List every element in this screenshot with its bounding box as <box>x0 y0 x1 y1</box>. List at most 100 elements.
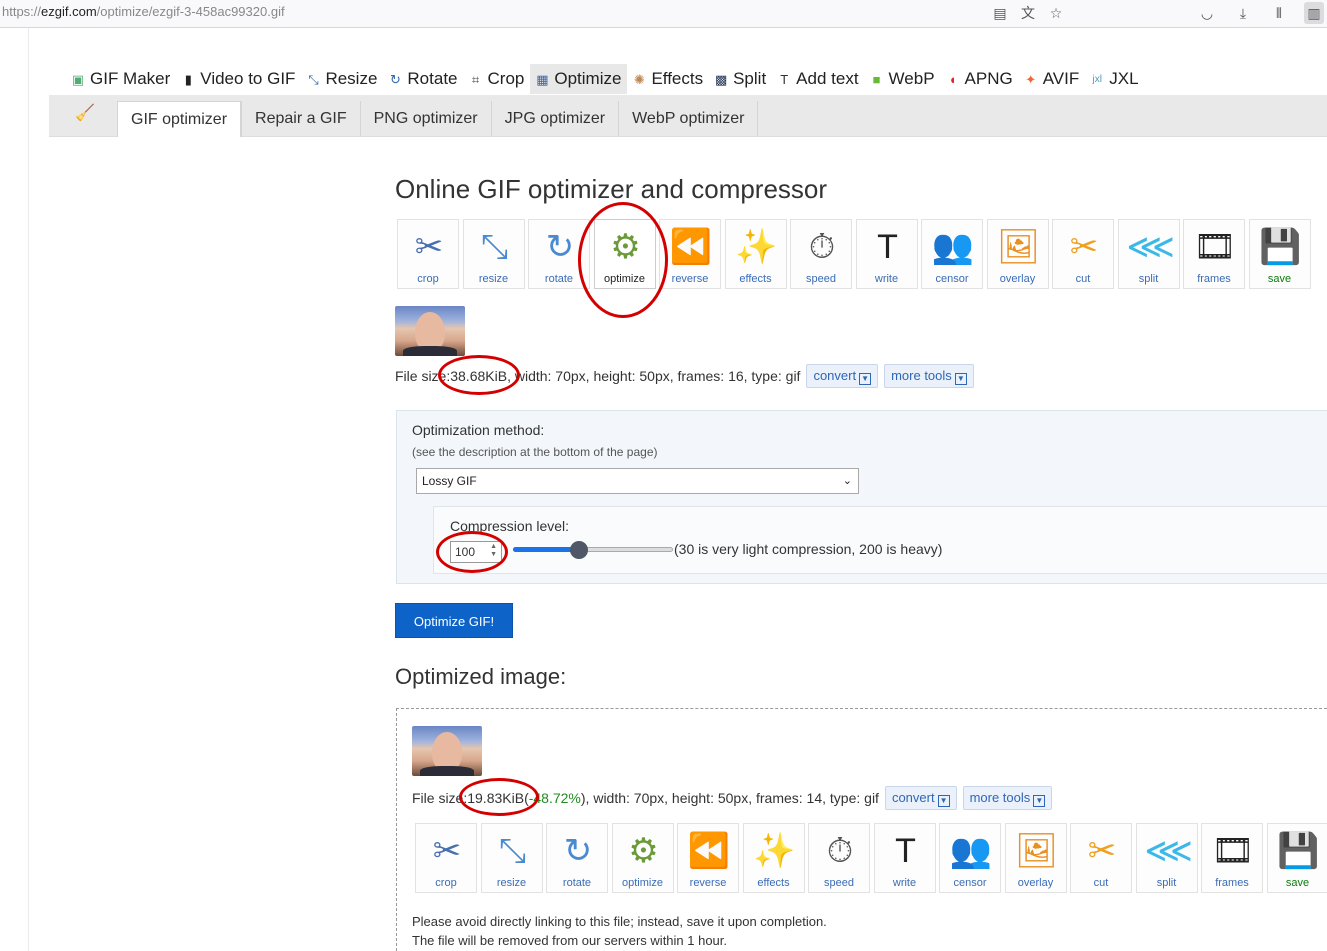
library-icon[interactable]: ⫴ <box>1269 2 1289 24</box>
nav-resize[interactable]: ⤡ Resize <box>301 64 383 94</box>
result-tool-effects[interactable]: ✨ effects <box>742 823 805 893</box>
highlight-optimized-size <box>459 778 539 816</box>
result-tool-rotate[interactable]: ↻ rotate <box>546 823 608 893</box>
tool-cut[interactable]: ✂ cut <box>1052 219 1114 289</box>
crop-icon: ⌗ <box>471 71 480 87</box>
result-tool-split[interactable]: ⋘ split <box>1135 823 1198 893</box>
tab-repair-gif[interactable]: Repair a GIF <box>241 101 360 137</box>
result-tool-overlay[interactable]: 🖼 overlay <box>1004 823 1067 893</box>
censor-tool-icon: 👥 <box>949 832 993 870</box>
effects-tool-icon: ✨ <box>735 228 778 266</box>
tool-crop[interactable]: ✂ crop <box>397 219 459 289</box>
tool-effects[interactable]: ✨ effects <box>724 219 787 289</box>
translate-icon[interactable]: 文 <box>1018 2 1038 24</box>
result-tool-frames[interactable]: 🎞 frames <box>1201 823 1263 893</box>
text-icon: T <box>780 71 789 87</box>
browser-toolbar: https://ezgif.com/optimize/ezgif-3-458ac… <box>0 0 1327 28</box>
nav-crop[interactable]: ⌗ Crop <box>464 64 531 94</box>
tool-censor[interactable]: 👥 censor <box>921 219 983 289</box>
nav-jxl[interactable]: jxl JXL <box>1085 64 1144 94</box>
tool-speed[interactable]: ⏱ speed <box>790 219 852 289</box>
url-prefix: https:// <box>2 4 42 19</box>
result-tool-censor[interactable]: 👥 censor <box>939 823 1001 893</box>
speed-tool-icon: ⏱ <box>808 228 836 266</box>
overlay-tool-icon: 🖼 <box>996 228 1041 266</box>
optimize-gif-button[interactable]: Optimize GIF! <box>395 603 513 638</box>
tab-jpg-optimizer[interactable]: JPG optimizer <box>490 101 618 137</box>
highlight-original-size <box>438 355 520 395</box>
compression-slider[interactable] <box>513 541 673 559</box>
tab-png-optimizer[interactable]: PNG optimizer <box>359 101 491 137</box>
result-tool-reverse[interactable]: ⏪ reverse <box>677 823 739 893</box>
bookmark-star-icon[interactable]: ☆ <box>1046 2 1066 24</box>
write-tool-icon: T <box>877 228 898 266</box>
chevron-down-icon: ▼ <box>1033 795 1046 807</box>
chevron-down-icon: ▼ <box>859 373 872 385</box>
webp-icon: ■ <box>872 71 881 87</box>
more-tools-button[interactable]: more tools ▼ <box>884 364 974 388</box>
nav-avif[interactable]: ✦ AVIF <box>1019 64 1086 94</box>
nav-gif-maker[interactable]: ▣ GIF Maker <box>66 64 176 94</box>
nav-video-to-gif[interactable]: ▮ Video to GIF <box>176 64 301 94</box>
tool-write[interactable]: Twrite <box>855 219 918 289</box>
nav-add-text[interactable]: T Add text <box>772 64 864 94</box>
removal-notice: The file will be removed from our server… <box>412 933 728 948</box>
split-tool-icon: ⋘ <box>1126 228 1175 266</box>
tab-gif-optimizer[interactable]: GIF optimizer <box>117 101 242 137</box>
address-bar[interactable]: https://ezgif.com/optimize/ezgif-3-458ac… <box>2 4 285 19</box>
sub-nav: 🧹 GIF optimizer Repair a GIF PNG optimiz… <box>49 95 1327 137</box>
tool-save[interactable]: 💾 save <box>1248 219 1311 289</box>
result-tool-optimize[interactable]: ⚙ optimize <box>611 823 674 893</box>
optimize-icon: ▦ <box>536 71 549 87</box>
film-icon: ▮ <box>184 71 192 87</box>
optimized-result: File size: 19.83KiB ( -48.72% ), width: … <box>396 708 1327 951</box>
nav-rotate[interactable]: ↻ Rotate <box>383 64 463 94</box>
speed-tool-icon: ⏱ <box>826 832 854 870</box>
palette-icon: ✺ <box>633 71 645 87</box>
tool-reverse[interactable]: ⏪ reverse <box>659 219 721 289</box>
tab-webp-optimizer[interactable]: WebP optimizer <box>618 101 759 137</box>
result-tool-speed[interactable]: ⏱ speed <box>808 823 870 893</box>
more-tools-button-result[interactable]: more tools ▼ <box>962 786 1053 810</box>
method-label: Optimization method: <box>412 422 545 438</box>
broom-home-icon[interactable]: 🧹 <box>73 103 97 125</box>
highlight-compression <box>436 531 508 573</box>
chevron-down-icon: ▼ <box>954 373 967 385</box>
nav-webp[interactable]: ■ WebP <box>865 64 941 94</box>
reader-view-icon[interactable]: ▤ <box>990 2 1010 24</box>
rotate-tool-icon: ↻ <box>563 832 593 870</box>
result-tool-save[interactable]: 💾 save <box>1266 823 1327 893</box>
sidebar-icon[interactable]: ▥ <box>1304 2 1324 24</box>
tool-split[interactable]: ⋘ split <box>1117 219 1180 289</box>
nav-apng[interactable]: ◖ APNG <box>941 64 1019 94</box>
split-icon: ▩ <box>714 71 728 87</box>
page-border <box>28 28 29 951</box>
write-tool-icon: T <box>895 832 916 870</box>
convert-button-result[interactable]: convert ▼ <box>884 786 957 810</box>
tool-row-top: ✂ crop ⤡ resize ↻ rotate ⚙ optimize ⏪ reverse… <box>397 219 1314 289</box>
split-tool-icon: ⋘ <box>1144 832 1193 870</box>
crop-tool-icon: ✂ <box>432 832 462 870</box>
slider-handle[interactable] <box>570 541 588 559</box>
jxl-icon: jxl <box>1092 73 1102 85</box>
method-select[interactable]: Lossy GIF ⌄ <box>416 468 859 494</box>
reverse-tool-icon: ⏪ <box>669 228 713 266</box>
censor-tool-icon: 👥 <box>931 228 975 266</box>
url-path: /optimize/ezgif-3-458ac99320.gif <box>96 4 285 19</box>
downloads-icon[interactable]: ⤓ <box>1233 2 1253 24</box>
nav-optimize[interactable]: ▦ Optimize <box>530 64 628 94</box>
avif-icon: ✦ <box>1025 71 1037 87</box>
result-tool-cut[interactable]: ✂ cut <box>1070 823 1132 893</box>
nav-effects[interactable]: ✺ Effects <box>627 64 709 94</box>
nav-split[interactable]: ▩ Split <box>709 64 772 94</box>
tool-resize[interactable]: ⤡ resize <box>462 219 525 289</box>
tool-frames[interactable]: 🎞 frames <box>1183 219 1245 289</box>
result-tool-write[interactable]: Twrite <box>873 823 936 893</box>
options-panel: Optimization method: (see the descriptio… <box>396 410 1327 584</box>
tool-overlay[interactable]: 🖼 overlay <box>986 219 1049 289</box>
pocket-icon[interactable]: ◡ <box>1197 2 1217 24</box>
result-tool-resize[interactable]: ⤡ resize <box>480 823 543 893</box>
compression-panel: Compression level: 100 ▲ ▼ (30 is very lig… <box>433 506 1327 574</box>
convert-button[interactable]: convert ▼ <box>806 364 879 388</box>
result-tool-crop[interactable]: ✂ crop <box>415 823 477 893</box>
